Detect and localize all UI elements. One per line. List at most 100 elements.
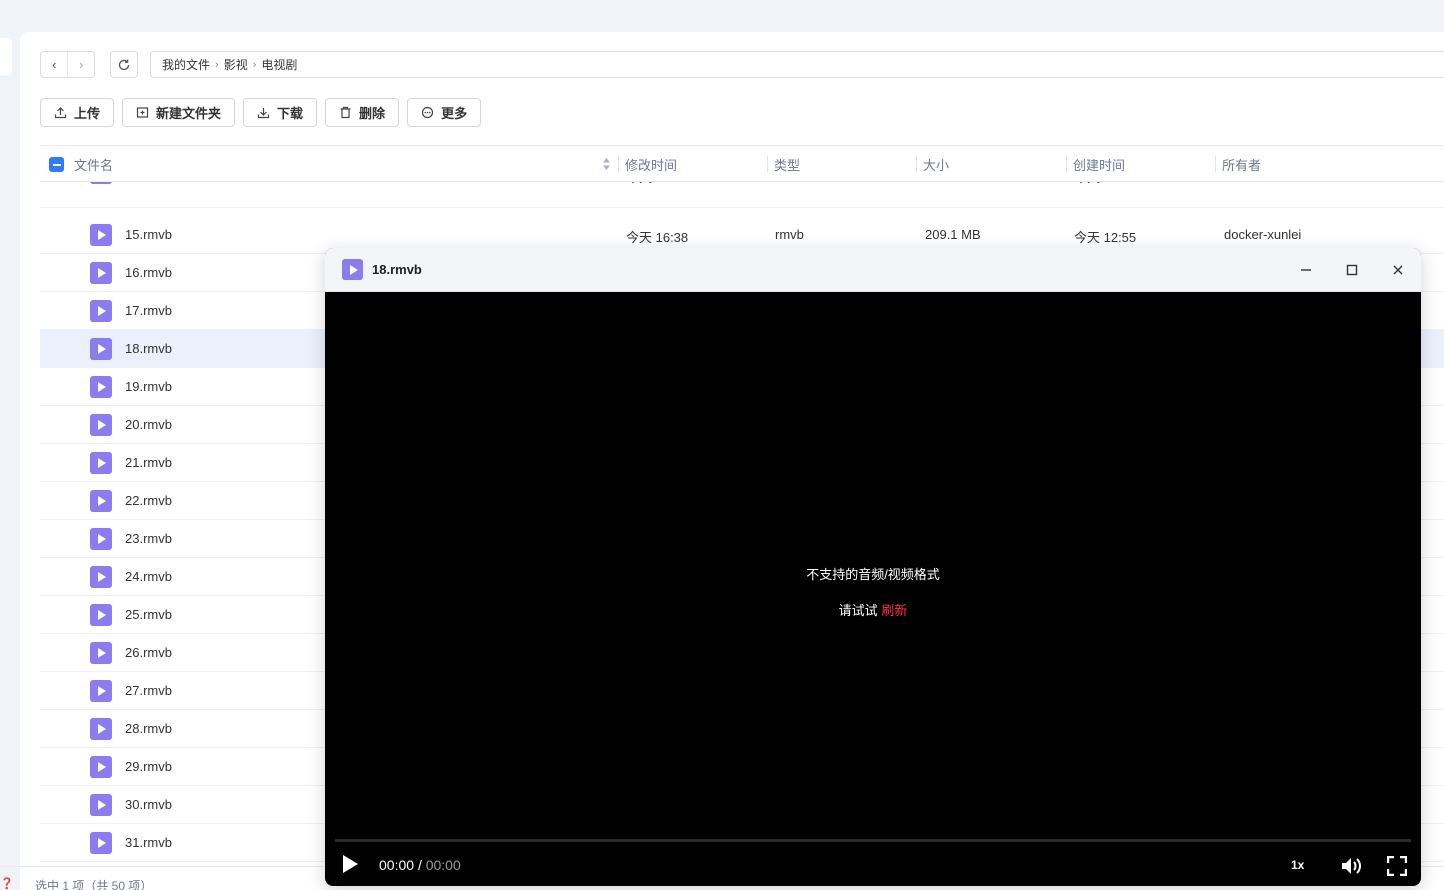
column-header-size[interactable]: 大小 xyxy=(916,156,949,173)
file-name: 31.rmvb xyxy=(125,835,172,850)
trash-icon xyxy=(340,106,351,119)
file-name: 27.rmvb xyxy=(125,683,172,698)
playback-speed-button[interactable]: 1x xyxy=(1291,858,1304,872)
video-file-icon xyxy=(90,528,112,550)
play-button[interactable] xyxy=(341,854,359,874)
retry-line: 请试试 刷新 xyxy=(325,600,1421,619)
select-all-checkbox[interactable] xyxy=(49,157,64,172)
video-file-icon xyxy=(90,756,112,778)
sidebar-edge xyxy=(0,38,12,75)
file-name: 18.rmvb xyxy=(125,341,172,356)
current-time: 00:00 xyxy=(379,857,415,873)
chevron-right-icon: › xyxy=(79,57,84,72)
volume-icon xyxy=(1342,858,1361,874)
file-name: 30.rmvb xyxy=(125,797,172,812)
cell-type: rmvb xyxy=(775,227,804,242)
video-file-icon xyxy=(90,452,112,474)
selection-status: 选中 1 项（共 50 项） xyxy=(35,879,153,890)
cell-created: 今天 12:25 xyxy=(1074,182,1136,186)
file-name: 22.rmvb xyxy=(125,493,172,508)
close-icon xyxy=(1393,265,1403,275)
breadcrumb-item-videos[interactable]: 影视 xyxy=(224,56,248,73)
column-header-modified[interactable]: 修改时间 xyxy=(618,156,677,173)
breadcrumb-separator: › xyxy=(215,58,219,71)
video-file-icon xyxy=(90,338,112,360)
player-title: 18.rmvb xyxy=(372,262,422,277)
download-icon xyxy=(257,108,270,119)
breadcrumb-item-my-files[interactable]: 我的文件 xyxy=(162,56,210,73)
cell-size: 209.1 MB xyxy=(925,227,981,242)
maximize-icon xyxy=(1346,264,1358,276)
more-icon xyxy=(421,106,434,119)
video-file-icon xyxy=(90,182,112,184)
breadcrumb-item-tv-series[interactable]: 电视剧 xyxy=(261,56,297,73)
file-name: 20.rmvb xyxy=(125,417,172,432)
video-file-icon xyxy=(90,604,112,626)
breadcrumb[interactable]: 我的文件 › 影视 › 电视剧 xyxy=(150,51,1444,78)
video-file-icon xyxy=(90,566,112,588)
file-name: 29.rmvb xyxy=(125,759,172,774)
cell-modified: 今天 16:38 xyxy=(626,230,689,245)
breadcrumb-separator: › xyxy=(252,58,257,71)
file-name: 23.rmvb xyxy=(125,531,172,546)
upload-icon xyxy=(54,107,67,119)
new-folder-icon xyxy=(136,107,149,118)
column-header-name[interactable]: 文件名 xyxy=(74,146,113,182)
file-name: 17.rmvb xyxy=(125,303,172,318)
chevron-left-icon: ‹ xyxy=(52,57,57,72)
file-name: 24.rmvb xyxy=(125,569,172,584)
forward-button[interactable]: › xyxy=(67,52,94,77)
file-name: 21.rmvb xyxy=(125,455,172,470)
video-file-icon xyxy=(90,832,112,854)
column-header-owner[interactable]: 所有者 xyxy=(1215,156,1261,173)
maximize-button[interactable] xyxy=(1343,261,1361,279)
minimize-button[interactable] xyxy=(1297,261,1315,279)
column-header-type[interactable]: 类型 xyxy=(767,156,800,173)
volume-button[interactable] xyxy=(1341,856,1363,876)
retry-prefix: 请试试 xyxy=(838,603,878,618)
action-toolbar: 上传 新建文件夹 下载 删除 更多 xyxy=(40,98,482,127)
time-display: 00:00 / 00:00 xyxy=(379,857,461,873)
refresh-icon xyxy=(118,59,130,70)
back-button[interactable]: ‹ xyxy=(41,52,67,77)
history-nav: ‹ › xyxy=(40,51,95,78)
cell-created: 今天 12:55 xyxy=(1074,230,1137,245)
table-row[interactable]: 14.rmvb今天 15:42rmvb211.5 MB今天 12:25docke… xyxy=(40,182,1444,208)
player-titlebar[interactable]: 18.rmvb xyxy=(325,248,1421,292)
refresh-link[interactable]: 刷新 xyxy=(881,603,907,618)
video-file-icon xyxy=(90,680,112,702)
fullscreen-button[interactable] xyxy=(1387,856,1407,876)
delete-label: 删除 xyxy=(359,106,386,121)
fullscreen-icon xyxy=(1387,856,1407,876)
upload-button[interactable]: 上传 xyxy=(40,98,115,127)
video-file-icon xyxy=(90,718,112,740)
download-button[interactable]: 下载 xyxy=(243,98,318,127)
video-file-icon xyxy=(90,376,112,398)
refresh-button[interactable] xyxy=(110,51,138,78)
file-name: 25.rmvb xyxy=(125,607,172,622)
more-label: 更多 xyxy=(441,106,468,121)
file-table-header: 文件名 修改时间 类型 大小 创建时间 所有者 xyxy=(40,145,1444,182)
video-file-icon xyxy=(90,794,112,816)
new-folder-button[interactable]: 新建文件夹 xyxy=(122,98,236,127)
video-player-window: 18.rmvb 不支持的音频/视频格式 请试试 刷新 00:00 / 00:00… xyxy=(325,248,1421,886)
minimize-icon xyxy=(1301,269,1311,271)
duration: 00:00 xyxy=(425,857,461,873)
column-header-created[interactable]: 创建时间 xyxy=(1066,156,1125,173)
video-file-icon xyxy=(342,259,363,280)
sort-icon[interactable] xyxy=(602,157,611,171)
close-button[interactable] xyxy=(1389,261,1407,279)
delete-button[interactable]: 删除 xyxy=(325,98,400,127)
video-file-icon xyxy=(90,490,112,512)
video-file-icon xyxy=(90,224,112,246)
cell-owner: docker-xunlei xyxy=(1224,227,1302,242)
file-name: 28.rmvb xyxy=(125,721,172,736)
more-button[interactable]: 更多 xyxy=(407,98,482,127)
video-file-icon xyxy=(90,262,112,284)
download-label: 下载 xyxy=(277,106,304,121)
cell-modified: 今天 15:42 xyxy=(626,182,688,186)
play-icon xyxy=(343,855,358,873)
time-separator: / xyxy=(417,857,422,873)
progress-bar[interactable] xyxy=(335,839,1411,842)
video-file-icon xyxy=(90,414,112,436)
